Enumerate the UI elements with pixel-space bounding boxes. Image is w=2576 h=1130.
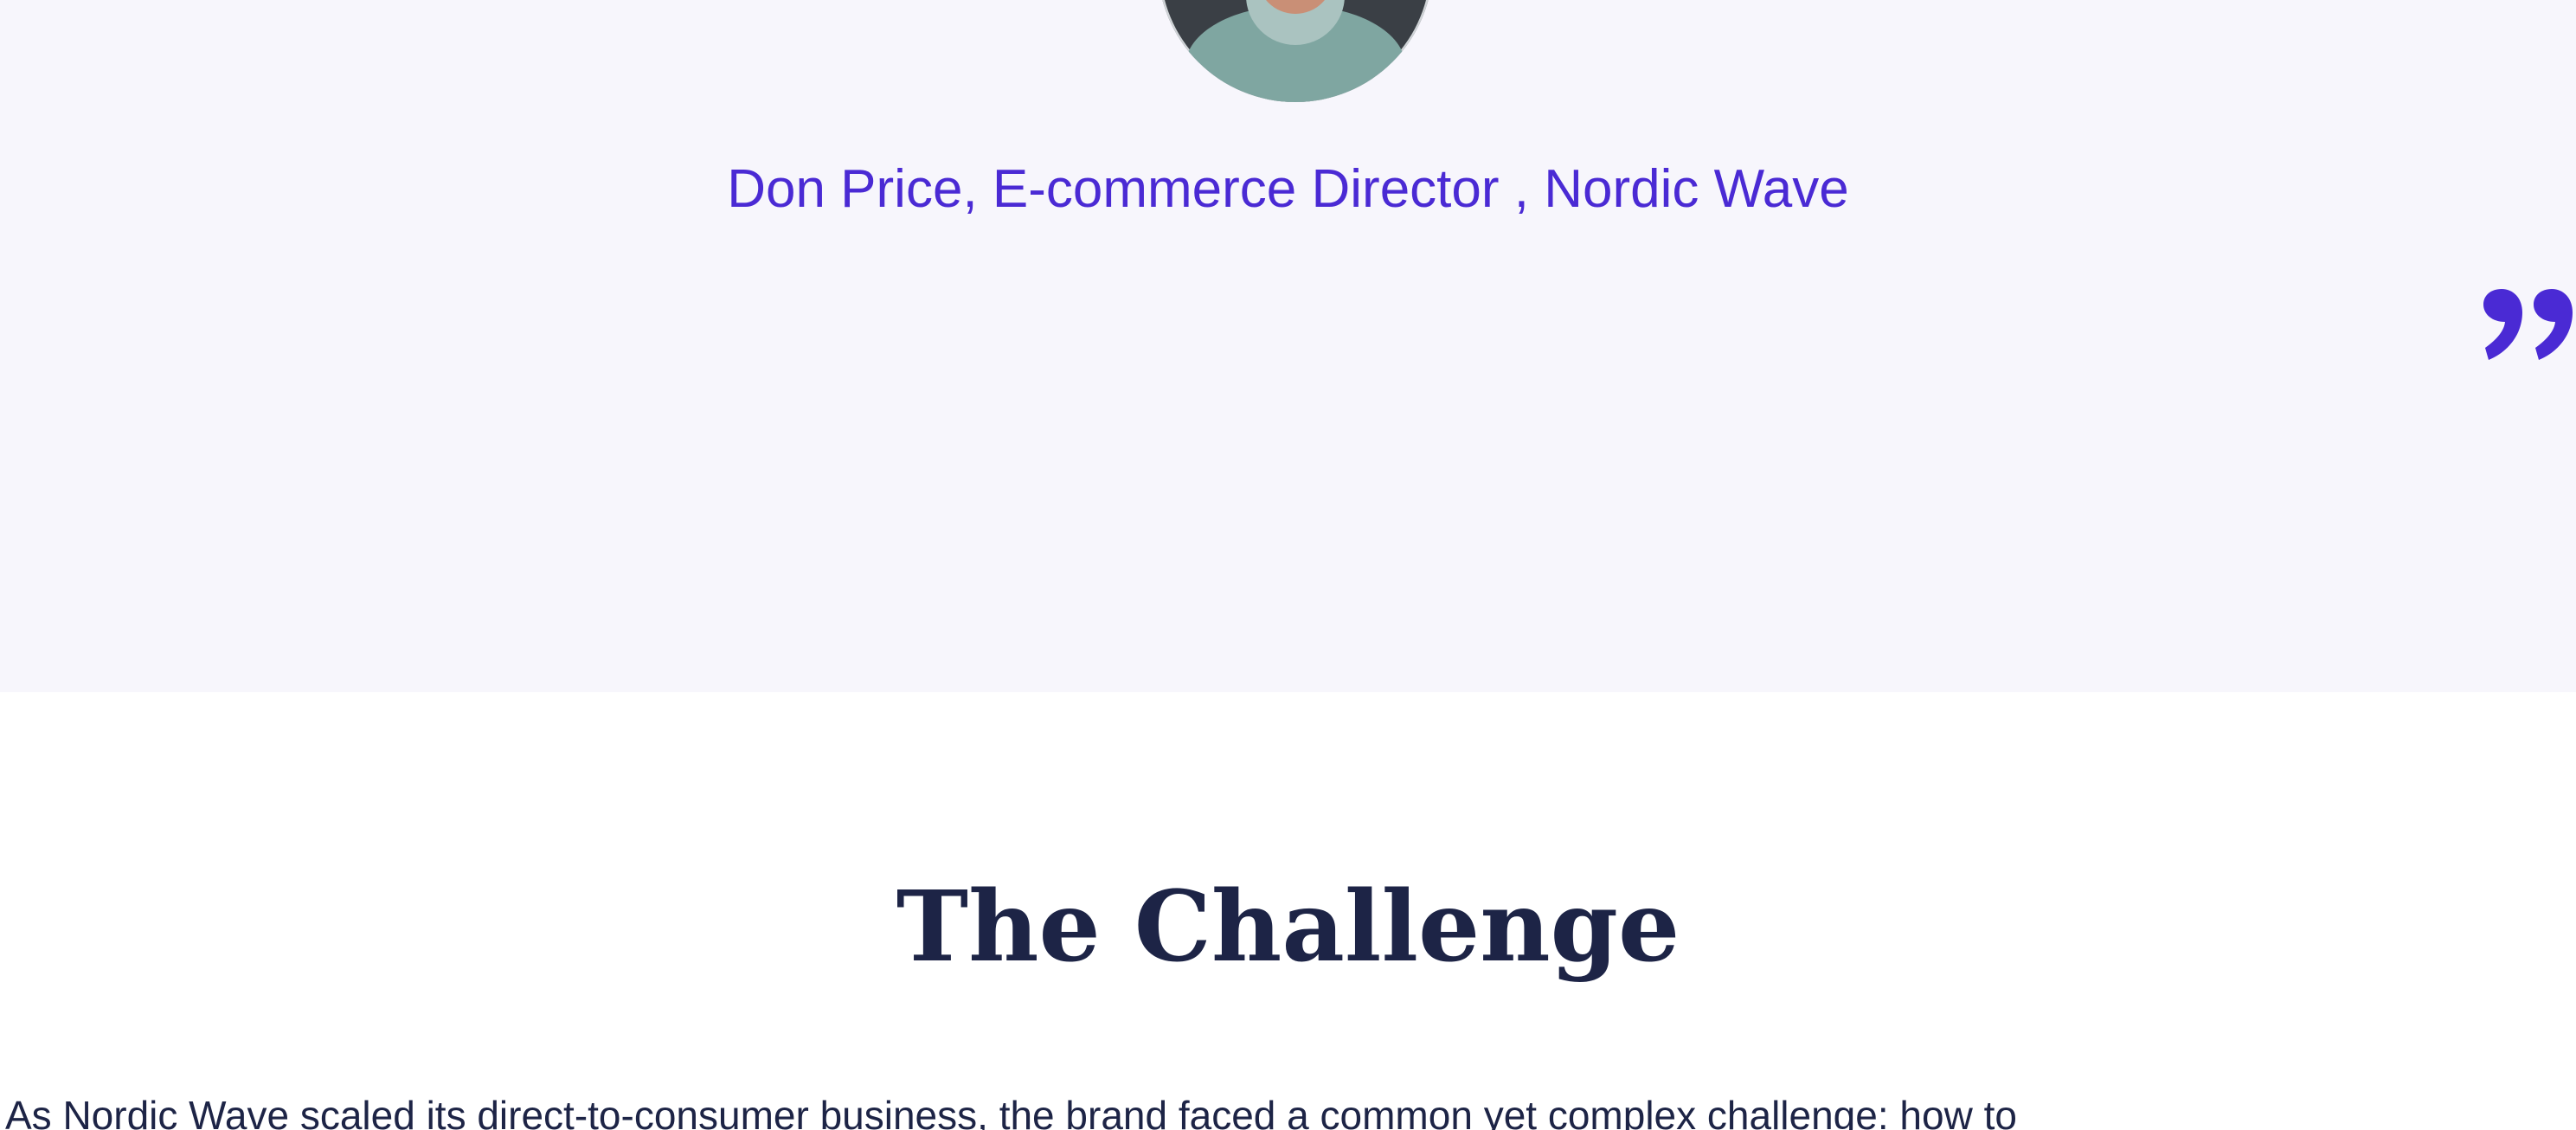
avatar	[1158, 0, 1433, 102]
testimonial-section: Don Price, E-commerce Director , Nordic …	[0, 0, 2576, 692]
testimonial-author: Don Price, E-commerce Director , Nordic …	[727, 159, 1849, 219]
section-body-text: As Nordic Wave scaled its direct-to-cons…	[5, 1093, 2017, 1130]
section-title: The Challenge	[896, 870, 1680, 984]
closing-quote-icon	[2483, 289, 2573, 360]
